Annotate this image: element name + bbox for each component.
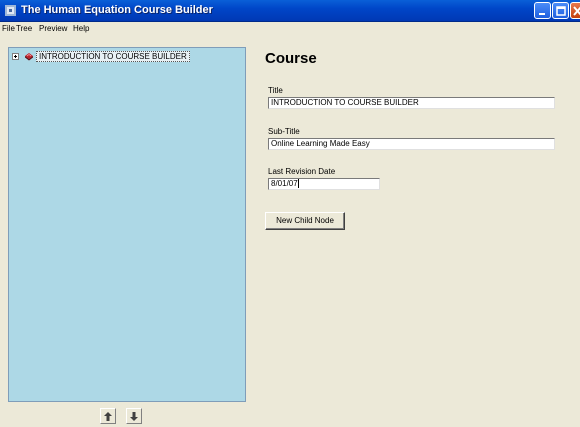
menu-preview[interactable]: Preview bbox=[39, 24, 67, 33]
menu-tree[interactable]: Tree bbox=[16, 24, 32, 33]
revision-date-label: Last Revision Date bbox=[268, 167, 336, 176]
subtitle-label: Sub-Title bbox=[268, 127, 300, 136]
window-title-bar[interactable]: The Human Equation Course Builder bbox=[0, 0, 580, 22]
arrow-down-icon bbox=[130, 412, 138, 421]
maximize-icon bbox=[556, 6, 566, 16]
minimize-icon bbox=[539, 13, 545, 15]
new-child-node-button[interactable]: New Child Node bbox=[265, 212, 345, 230]
page-title: Course bbox=[265, 50, 317, 67]
revision-date-input[interactable]: 8/01/07 bbox=[268, 178, 380, 190]
maximize-button[interactable] bbox=[552, 2, 569, 19]
menu-file[interactable]: File bbox=[2, 24, 15, 33]
book-icon bbox=[25, 53, 33, 61]
title-input[interactable]: INTRODUCTION TO COURSE BUILDER bbox=[268, 97, 555, 109]
minimize-button[interactable] bbox=[534, 2, 551, 19]
window-title: The Human Equation Course Builder bbox=[21, 4, 213, 16]
move-down-button[interactable] bbox=[126, 408, 142, 424]
move-up-button[interactable] bbox=[100, 408, 116, 424]
menu-help[interactable]: Help bbox=[73, 24, 89, 33]
subtitle-input[interactable]: Online Learning Made Easy bbox=[268, 138, 555, 150]
tree-node-label[interactable]: INTRODUCTION TO COURSE BUILDER bbox=[36, 51, 190, 62]
text-caret bbox=[297, 179, 299, 189]
title-label: Title bbox=[268, 86, 283, 95]
app-icon bbox=[5, 5, 16, 16]
close-button[interactable] bbox=[570, 2, 580, 19]
course-tree-panel[interactable]: INTRODUCTION TO COURSE BUILDER bbox=[8, 47, 246, 402]
expand-icon[interactable] bbox=[12, 53, 19, 60]
close-icon bbox=[573, 6, 580, 16]
menu-bar: File Tree Preview Help bbox=[0, 23, 580, 37]
revision-date-value: 8/01/07 bbox=[271, 179, 298, 188]
arrow-up-icon bbox=[104, 412, 112, 421]
